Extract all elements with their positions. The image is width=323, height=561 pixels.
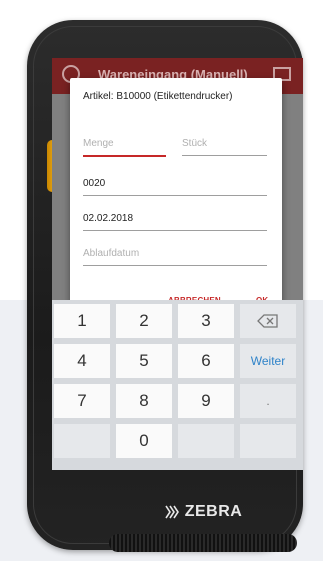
brand-logo: ZEBRA	[156, 501, 250, 523]
weiter-key[interactable]: Weiter	[240, 344, 296, 378]
key-3[interactable]: 3	[178, 304, 234, 338]
key-9[interactable]: 9	[178, 384, 234, 418]
empty-key-right	[240, 424, 296, 458]
numeric-keyboard: 1 2 3 4 5 6 Weiter 7 8 9 . 0	[52, 300, 303, 470]
date-field[interactable]: 02.02.2018	[83, 210, 267, 231]
menge-input[interactable]: Menge	[83, 135, 166, 157]
empty-key-left	[54, 424, 110, 458]
dialog-title: Artikel: B10000 (Etikettendrucker)	[83, 91, 233, 102]
backspace-key[interactable]	[240, 304, 296, 338]
backspace-icon	[257, 314, 278, 328]
zebra-logo-icon	[165, 505, 179, 519]
key-7[interactable]: 7	[54, 384, 110, 418]
dot-key[interactable]: .	[240, 384, 296, 418]
stueck-input[interactable]: Stück	[182, 135, 267, 156]
ablaufdatum-input[interactable]: Ablaufdatum	[83, 245, 267, 266]
key-4[interactable]: 4	[54, 344, 110, 378]
key-5[interactable]: 5	[116, 344, 172, 378]
speaker-grille	[109, 534, 297, 552]
brand-name: ZEBRA	[184, 503, 243, 520]
quantity-field[interactable]: 0020	[83, 175, 267, 196]
empty-key-middle	[178, 424, 234, 458]
device-screen: Wareneingang (Manuell) Artikel: B10000 (…	[52, 58, 303, 470]
key-0[interactable]: 0	[116, 424, 172, 458]
key-8[interactable]: 8	[116, 384, 172, 418]
key-6[interactable]: 6	[178, 344, 234, 378]
key-1[interactable]: 1	[54, 304, 110, 338]
key-2[interactable]: 2	[116, 304, 172, 338]
